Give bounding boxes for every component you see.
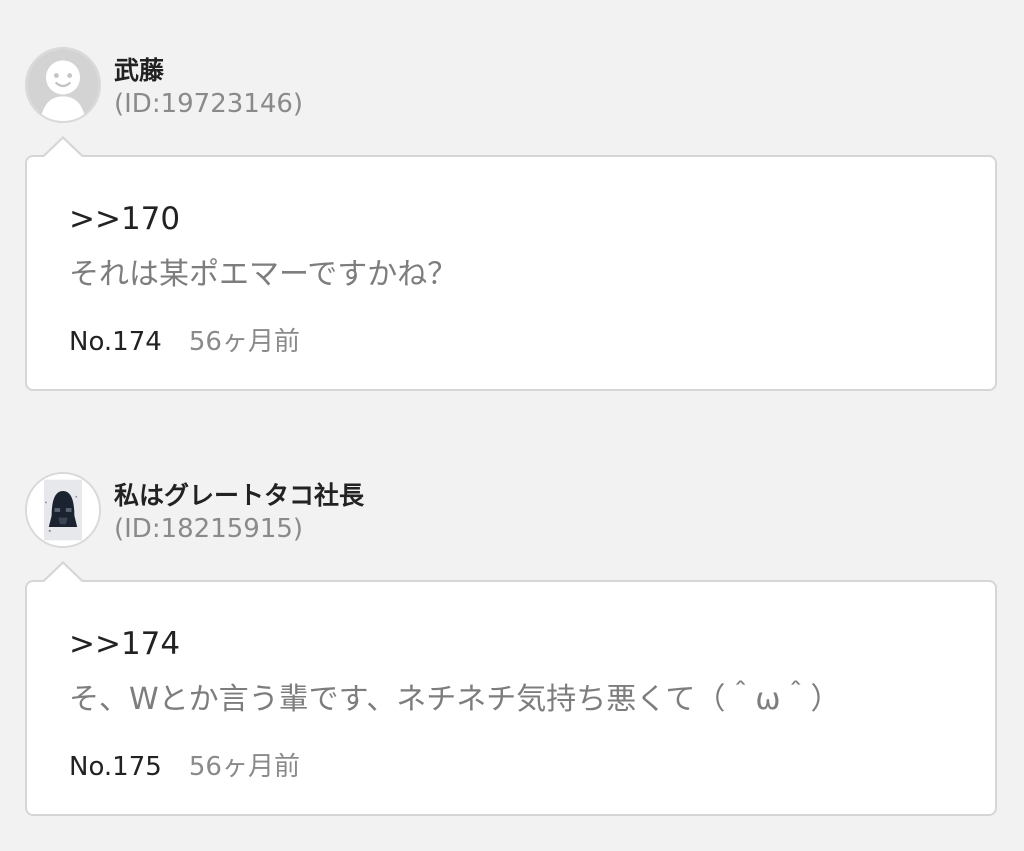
default-face-avatar-icon — [27, 49, 99, 121]
post-header: 武藤 (ID:19723146) — [0, 47, 1024, 127]
reply-reference-link[interactable]: >>170 — [69, 201, 180, 237]
post-header: 私はグレートタコ社長 (ID:18215915) — [0, 472, 1024, 552]
speech-bubble-tail — [41, 136, 85, 158]
comment-card: >>174 そ、Wとか言う輩です、ネチネチ気持ち悪くて（＾ω＾） No.175 … — [25, 561, 997, 816]
post-time: 56ヶ月前 — [188, 752, 300, 782]
comment-text: そ、Wとか言う輩です、ネチネチ気持ち悪くて（＾ω＾） — [69, 682, 841, 717]
username[interactable]: 武藤 — [114, 51, 164, 87]
comment-text: それは某ポエマーですかね？ — [69, 257, 458, 292]
speech-bubble-tail — [41, 561, 85, 583]
comment-card: >>170 それは某ポエマーですかね？ No.174 56ヶ月前 — [25, 136, 997, 391]
post-meta: No.175 56ヶ月前 — [69, 746, 300, 783]
post-number[interactable]: No.174 — [69, 327, 162, 357]
avatar[interactable] — [25, 472, 101, 548]
post-time: 56ヶ月前 — [188, 327, 300, 357]
post-meta: No.174 56ヶ月前 — [69, 321, 300, 358]
reply-reference-link[interactable]: >>174 — [69, 626, 180, 662]
user-id: (ID:18215915) — [114, 514, 304, 544]
username[interactable]: 私はグレートタコ社長 — [114, 476, 364, 512]
dark-helmet-photo-avatar-icon — [27, 474, 99, 546]
post-number[interactable]: No.175 — [69, 752, 162, 782]
avatar[interactable] — [25, 47, 101, 123]
user-id: (ID:19723146) — [114, 89, 304, 119]
